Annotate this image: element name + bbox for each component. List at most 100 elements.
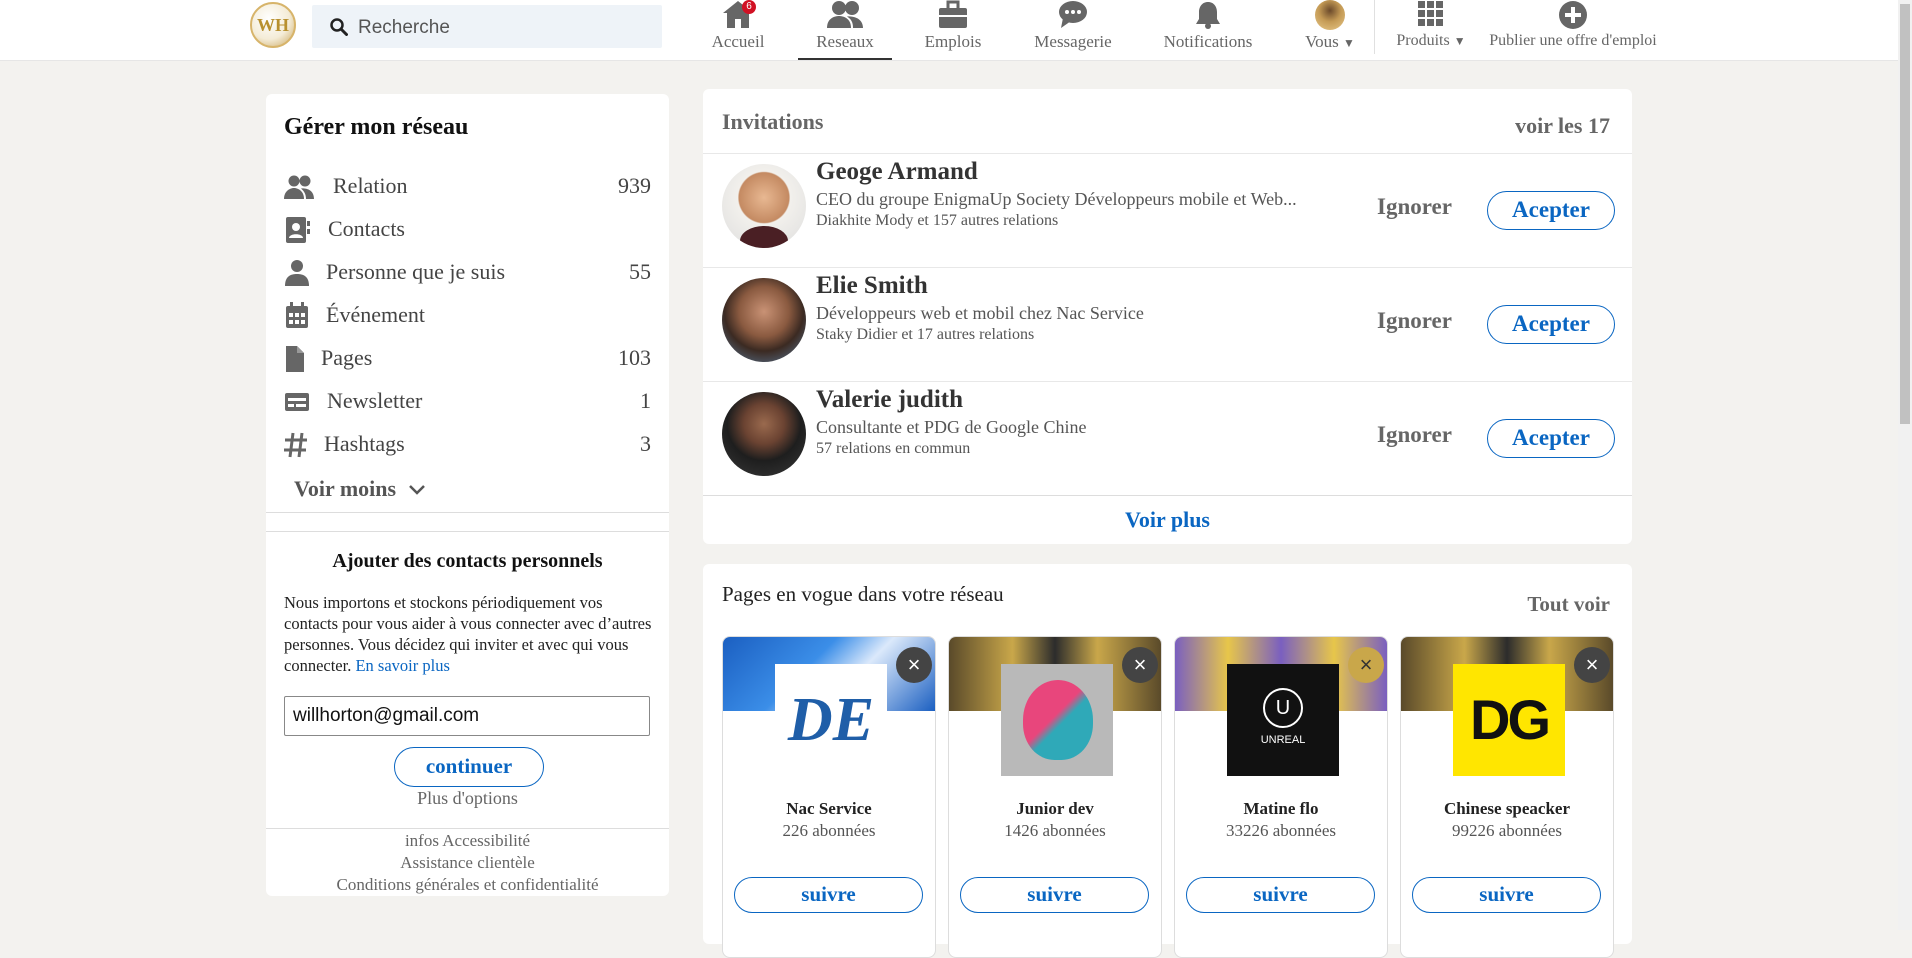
briefcase-icon	[939, 0, 967, 28]
footer-link-terms[interactable]: Conditions générales et confidentialité	[266, 875, 669, 895]
scrollbar[interactable]	[1898, 0, 1912, 930]
close-icon[interactable]: ×	[1348, 647, 1384, 683]
sidebar-item-events[interactable]: Événement	[284, 296, 651, 336]
accept-button[interactable]: Acepter	[1487, 191, 1615, 230]
brand-logo[interactable]: WH	[250, 2, 296, 48]
sidebar-item-hashtags[interactable]: Hashtags 3	[284, 425, 651, 465]
page-icon	[286, 346, 304, 372]
page-name[interactable]: Nac Service	[723, 799, 935, 819]
sidebar-item-count: 103	[618, 345, 651, 370]
manage-network-card: Gérer mon réseau Relation 939 Contacts P…	[266, 94, 669, 896]
sidebar-item-contacts[interactable]: Contacts	[284, 210, 651, 250]
accept-button[interactable]: Acepter	[1487, 419, 1615, 458]
nav-label: Messagerie	[1034, 32, 1112, 51]
chevron-down-icon	[408, 485, 425, 495]
follow-button[interactable]: suivre	[1412, 877, 1601, 913]
page-card[interactable]: DG × Chinese speacker 99226 abonnées sui…	[1400, 636, 1614, 958]
invitation-name[interactable]: Elie Smith	[816, 272, 928, 300]
follow-button[interactable]: suivre	[960, 877, 1149, 913]
invitation-row: Geoge Armand CEO du groupe EnigmaUp Soci…	[703, 153, 1632, 268]
nav-label: Publier une offre d'emploi	[1489, 32, 1657, 49]
nav-item-messaging[interactable]: Messagerie	[1028, 0, 1118, 60]
nav-item-products[interactable]: Produits ▼	[1392, 0, 1470, 60]
person-icon	[285, 260, 309, 286]
people-icon	[284, 175, 314, 199]
invitation-mutual[interactable]: Staky Didier et 17 autres relations	[816, 326, 1034, 344]
bell-icon	[1196, 2, 1220, 29]
avatar[interactable]	[722, 392, 806, 476]
nav-item-home[interactable]: 6 Accueil	[704, 0, 772, 60]
footer-link-accessibility[interactable]: infos Accessibilité	[266, 831, 669, 851]
continue-button[interactable]: continuer	[394, 747, 544, 787]
nav-label: Vous ▼	[1305, 32, 1355, 51]
divider	[266, 531, 669, 532]
page-followers: 33226 abonnées	[1225, 821, 1336, 840]
sidebar-item-following[interactable]: Personne que je suis 55	[284, 253, 651, 293]
search-input[interactable]	[356, 15, 650, 41]
nav-item-network[interactable]: Reseaux	[798, 0, 892, 60]
footer-link-support[interactable]: Assistance clientèle	[266, 853, 669, 873]
invitation-name[interactable]: Geoge Armand	[816, 158, 978, 186]
plus-circle-icon	[1559, 1, 1587, 29]
sidebar-title: Gérer mon réseau	[284, 114, 469, 140]
follow-button[interactable]: suivre	[734, 877, 923, 913]
page-logo: U UNREAL	[1227, 664, 1339, 776]
message-icon	[1059, 1, 1087, 28]
accept-button[interactable]: Acepter	[1487, 305, 1615, 344]
sidebar-item-label: Newsletter	[327, 388, 423, 413]
sidebar-item-pages[interactable]: Pages 103	[284, 339, 651, 379]
close-icon[interactable]: ×	[896, 647, 932, 683]
invitation-name[interactable]: Valerie judith	[816, 386, 963, 414]
invitation-mutual[interactable]: 57 relations en commun	[816, 440, 970, 458]
trending-pages-card: Pages en vogue dans votre réseau Tout vo…	[703, 564, 1632, 958]
follow-button[interactable]: suivre	[1186, 877, 1375, 913]
notification-badge: 6	[742, 0, 756, 14]
page-card[interactable]: U UNREAL × Matine flo 33226 abonnées sui…	[1174, 636, 1388, 958]
close-icon[interactable]: ×	[1574, 647, 1610, 683]
grid-icon	[1418, 1, 1443, 26]
chevron-down-icon: ▼	[1453, 34, 1466, 48]
more-options-link[interactable]: Plus d'options	[266, 788, 669, 809]
contact-book-icon	[286, 217, 310, 243]
sidebar-item-relation[interactable]: Relation 939	[284, 167, 651, 207]
nav-item-post-job[interactable]: Publier une offre d'emploi	[1482, 0, 1664, 60]
nav-divider	[1374, 0, 1375, 54]
chevron-down-icon: ▼	[1343, 36, 1355, 50]
nav-label: Reseaux	[816, 32, 874, 51]
ignore-button[interactable]: Ignorer	[1377, 308, 1452, 334]
sidebar-item-count: 939	[618, 173, 651, 198]
nav-item-jobs[interactable]: Emplois	[918, 0, 988, 60]
page-card[interactable]: DE × Nac Service 226 abonnées suivre	[722, 636, 936, 958]
sidebar-item-count: 3	[640, 431, 651, 456]
newsletter-icon	[285, 393, 309, 411]
see-all-pages-link[interactable]: Tout voir	[1527, 592, 1610, 617]
sidebar-item-newsletter[interactable]: Newsletter 1	[284, 382, 651, 422]
trending-pages-title: Pages en vogue dans votre réseau	[722, 582, 1004, 606]
page-logo: DG	[1453, 664, 1565, 776]
see-all-invitations-link[interactable]: voir les 17	[1515, 113, 1610, 139]
avatar[interactable]	[722, 164, 806, 248]
page-name[interactable]: Junior dev	[949, 799, 1161, 819]
see-more-button[interactable]: Voir plus	[703, 507, 1632, 533]
ignore-button[interactable]: Ignorer	[1377, 194, 1452, 220]
search-box[interactable]	[312, 5, 662, 48]
see-less-toggle[interactable]: Voir moins	[294, 476, 426, 502]
sidebar-item-label: Événement	[326, 302, 425, 327]
scrollbar-thumb[interactable]	[1900, 4, 1910, 424]
nav-item-notifications[interactable]: Notifications	[1156, 0, 1260, 60]
page-followers: 1426 abonnées	[1004, 821, 1106, 840]
page-card[interactable]: × Junior dev 1426 abonnées suivre	[948, 636, 1162, 958]
page-followers: 99226 abonnées	[1451, 821, 1562, 840]
email-field[interactable]	[284, 696, 650, 736]
close-icon[interactable]: ×	[1122, 647, 1158, 683]
ignore-button[interactable]: Ignorer	[1377, 422, 1452, 448]
search-icon	[330, 18, 348, 36]
page-name[interactable]: Matine flo	[1175, 799, 1387, 819]
invitation-mutual[interactable]: Diakhite Mody et 157 autres relations	[816, 212, 1058, 230]
avatar[interactable]	[722, 278, 806, 362]
sidebar-item-label: Hashtags	[324, 431, 405, 456]
learn-more-link[interactable]: En savoir plus	[355, 656, 449, 675]
nav-item-me[interactable]: Vous ▼	[1300, 0, 1360, 60]
page-name[interactable]: Chinese speacker	[1401, 799, 1613, 819]
network-icon	[827, 1, 863, 28]
